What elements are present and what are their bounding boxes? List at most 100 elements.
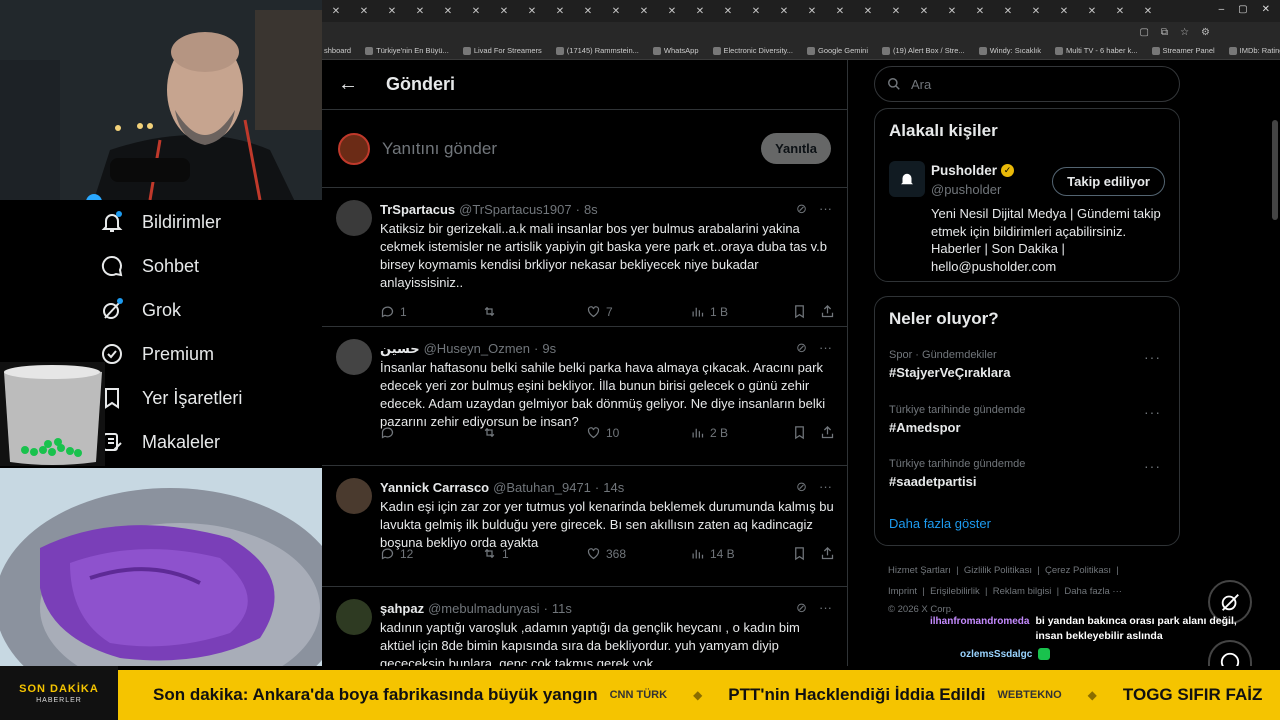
footer-link[interactable]: Çerez Politikası [1045,565,1111,576]
tab-close-icon[interactable]: ✕ [686,6,714,17]
tweet-author[interactable]: Yannick Carrasco [380,480,489,495]
tab-close-icon[interactable]: ✕ [910,6,938,17]
bookmark-item[interactable]: (19) Alert Box / Stre... [882,46,965,55]
search-box[interactable]: Ara [874,66,1180,102]
sidebar-item-articles[interactable]: Makaleler [100,430,220,454]
tab-close-icon[interactable]: ✕ [658,6,686,17]
more-icon[interactable]: ··· [819,340,832,356]
sidebar-item-chat[interactable]: Sohbet [100,254,199,278]
tab-close-icon[interactable]: ✕ [434,6,462,17]
tab-close-icon[interactable]: ✕ [322,6,350,17]
tweet[interactable]: şahpaz @mebulmadunyasi · 11s ⊘ ··· kadın… [322,587,848,666]
more-icon[interactable]: ··· [819,600,832,616]
like-action[interactable]: 10 [586,425,619,440]
more-icon[interactable]: ··· [1144,349,1161,365]
more-icon[interactable]: ··· [1144,404,1161,420]
scrollbar[interactable] [1272,120,1278,220]
retweet-action[interactable]: 1 [482,546,509,561]
bookmark-item[interactable]: Livad For Streamers [462,46,542,55]
follow-button[interactable]: Takip ediliyor [1052,167,1165,196]
bookmark-item[interactable]: WhatsApp [652,46,699,55]
minimize-icon[interactable]: – [1219,4,1225,15]
tweet[interactable]: Yannick Carrasco @Batuhan_9471 · 14s ⊘ ·… [322,466,848,587]
bookmark-item[interactable]: shboard [324,46,351,55]
bookmark-item[interactable]: IMDb: Ratings, Revi... [1228,46,1280,55]
footer-link[interactable]: Erişilebilirlik [930,586,980,597]
maximize-icon[interactable]: ▢ [1238,4,1247,15]
retweet-action[interactable] [482,304,502,319]
tab-close-icon[interactable]: ✕ [854,6,882,17]
tab-close-icon[interactable]: ✕ [1078,6,1106,17]
tab-close-icon[interactable]: ✕ [574,6,602,17]
avatar[interactable] [336,200,372,236]
footer-link[interactable]: Reklam bilgisi [993,586,1052,597]
grok-icon[interactable]: ⊘ [796,600,807,616]
tweet-time[interactable]: 8s [584,202,598,217]
tab-close-icon[interactable]: ✕ [1022,6,1050,17]
tab-close-icon[interactable]: ✕ [602,6,630,17]
tweet[interactable]: TrSpartacus @TrSpartacus1907 · 8s ⊘ ··· … [322,188,848,327]
bookmark-item[interactable]: Electronic Diversity... [712,46,793,55]
cast-icon[interactable]: ⧉ [1161,27,1168,38]
footer-link[interactable]: Gizlilik Politikası [964,565,1032,576]
reply-action[interactable]: 1 [380,304,407,319]
grok-icon[interactable]: ⊘ [796,479,807,495]
bookmark-action[interactable] [792,304,807,319]
grok-icon[interactable]: ⊘ [796,340,807,356]
bookmark-item[interactable]: Türkiye'nin En Büyü... [365,46,449,55]
tab-close-icon[interactable]: ✕ [630,6,658,17]
bookmark-item[interactable]: Windy: Sıcaklık [978,46,1041,55]
trend-item[interactable]: Türkiye tarihinde gündemde #Amedspor ··· [889,404,1169,435]
search-input[interactable]: Ara [911,77,931,92]
views-action[interactable]: 2 B [690,425,728,440]
tweet[interactable]: حسين @Huseyn_Ozmen · 9s ⊘ ··· İnsanlar h… [322,327,848,466]
trend-item[interactable]: Türkiye tarihinde gündemde #saadetpartis… [889,458,1169,489]
tweet-author[interactable]: TrSpartacus [380,202,455,217]
bookmark-item[interactable]: Google Gemini [806,46,868,55]
tab-close-icon[interactable]: ✕ [938,6,966,17]
tab-close-icon[interactable]: ✕ [1134,6,1162,17]
show-more-link[interactable]: Daha fazla göster [889,516,991,531]
bookmark-item[interactable]: Streamer Panel [1151,46,1215,55]
reply-button[interactable]: Yanıtla [761,133,831,164]
tab-close-icon[interactable]: ✕ [462,6,490,17]
more-icon[interactable]: ··· [819,201,832,217]
tab-close-icon[interactable]: ✕ [1050,6,1078,17]
tweet-author[interactable]: şahpaz [380,601,424,616]
tab-close-icon[interactable]: ✕ [742,6,770,17]
like-action[interactable]: 7 [586,304,613,319]
tab-close-icon[interactable]: ✕ [714,6,742,17]
reply-action[interactable] [380,425,400,440]
footer-link[interactable]: Imprint [888,586,917,597]
more-icon[interactable]: ··· [1144,458,1161,474]
share-action[interactable] [820,304,835,319]
tab-close-icon[interactable]: ✕ [826,6,854,17]
trend-item[interactable]: Spor · Gündemdekiler #StajyerVeÇıraklara… [889,349,1169,380]
tweet-time[interactable]: 9s [542,341,556,357]
tab-close-icon[interactable]: ✕ [798,6,826,17]
footer-link[interactable]: Hizmet Şartları [888,565,951,576]
tab-close-icon[interactable]: ✕ [994,6,1022,17]
grok-icon[interactable]: ⊘ [796,201,807,217]
share-action[interactable] [820,546,835,561]
avatar[interactable] [336,478,372,514]
tab-close-icon[interactable]: ✕ [770,6,798,17]
tab-close-icon[interactable]: ✕ [882,6,910,17]
tab-close-icon[interactable]: ✕ [966,6,994,17]
reply-input[interactable]: Yanıtını gönder [382,139,749,159]
avatar[interactable] [336,599,372,635]
bookmark-item[interactable]: (17145) Rammstein... [555,46,639,55]
footer-link[interactable]: Daha fazla ··· [1064,586,1122,597]
retweet-action[interactable] [482,425,502,440]
tab-close-icon[interactable]: ✕ [546,6,574,17]
views-action[interactable]: 14 B [690,546,735,561]
bookmark-action[interactable] [792,546,807,561]
avatar[interactable] [336,339,372,375]
tweet-author[interactable]: حسين [380,341,420,357]
more-icon[interactable]: ··· [819,479,832,495]
person-name[interactable]: Pusholder [931,163,997,178]
bookmark-item[interactable]: Multi TV - 6 haber k... [1054,46,1138,55]
sidebar-item-premium[interactable]: Premium [100,342,214,366]
share-action[interactable] [820,425,835,440]
sidebar-item-bookmarks[interactable]: Yer İşaretleri [100,386,242,410]
